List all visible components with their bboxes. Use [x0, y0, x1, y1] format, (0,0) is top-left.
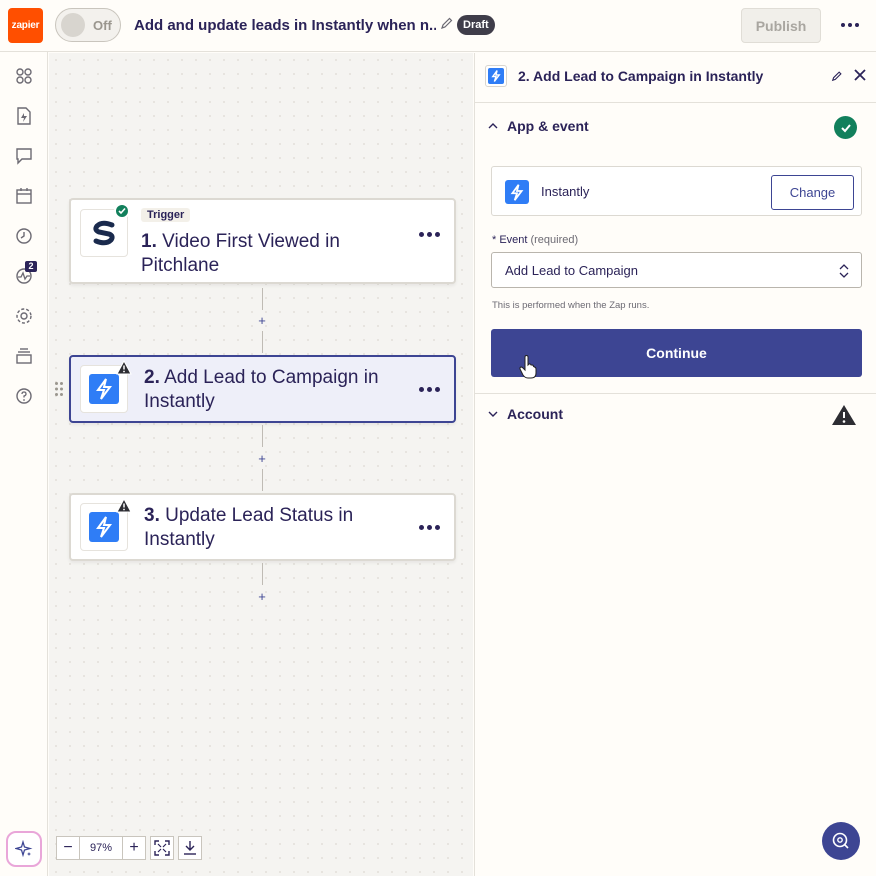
draft-badge: Draft: [457, 15, 495, 35]
zoom-controls: − 97% +: [56, 836, 202, 860]
publish-button[interactable]: Publish: [741, 8, 821, 43]
check-circle-icon: [834, 116, 857, 139]
close-icon[interactable]: [853, 68, 867, 82]
app-name: Instantly: [541, 184, 590, 199]
warning-icon: [116, 360, 132, 375]
zap-title[interactable]: Add and update leads in Instantly when n…: [134, 17, 436, 34]
step-more-icon[interactable]: [419, 232, 440, 237]
step-number: 3.: [144, 505, 160, 526]
add-step-button[interactable]: +: [255, 314, 269, 328]
section-label: App & event: [507, 118, 589, 134]
chevron-up-down-icon: [839, 264, 849, 278]
zoom-out-button[interactable]: −: [56, 836, 80, 860]
step-card-2[interactable]: 2. Add Lead to Campaign in Instantly: [69, 355, 456, 423]
chevron-down-icon: [488, 411, 498, 417]
toggle-label: Off: [93, 18, 112, 33]
layers-icon[interactable]: [14, 346, 34, 366]
ai-copilot-button[interactable]: [6, 831, 42, 867]
connector-line: [262, 563, 263, 585]
apps-icon[interactable]: [14, 66, 34, 86]
chevron-up-icon: [488, 123, 498, 129]
step-title: 3. Update Lead Status in Instantly: [144, 504, 414, 552]
hand-cursor-icon: [519, 355, 537, 379]
settings-icon[interactable]: [14, 306, 34, 326]
zoom-in-button[interactable]: +: [122, 836, 146, 860]
activity-count-badge: 2: [25, 261, 37, 272]
step-more-icon[interactable]: [419, 525, 440, 530]
more-options-icon[interactable]: [838, 17, 862, 33]
drag-handle-icon[interactable]: [54, 381, 64, 397]
support-chat-button[interactable]: [822, 822, 860, 860]
connector-line: [262, 331, 263, 353]
event-select[interactable]: Add Lead to Campaign: [491, 252, 862, 288]
event-select-value: Add Lead to Campaign: [505, 263, 638, 278]
app-event-section-header[interactable]: App & event: [475, 106, 876, 146]
calendar-icon[interactable]: [14, 186, 34, 206]
download-icon[interactable]: [178, 836, 202, 860]
step-title: 2. Add Lead to Campaign in Instantly: [144, 366, 414, 414]
zap-on-off-toggle[interactable]: Off: [55, 8, 121, 42]
sparkle-icon: [15, 840, 33, 858]
top-bar: zapier Off Add and update leads in Insta…: [0, 0, 876, 52]
selected-app-box: Instantly Change: [491, 166, 862, 216]
step-more-icon[interactable]: [419, 387, 440, 392]
comment-icon[interactable]: [14, 146, 34, 166]
connector-line: [262, 425, 263, 447]
trigger-badge: Trigger: [141, 208, 191, 222]
fit-to-view-icon[interactable]: [150, 836, 174, 860]
step-card-3[interactable]: 3. Update Lead Status in Instantly: [69, 493, 456, 561]
warning-icon: [116, 498, 132, 513]
section-label: Account: [507, 406, 563, 422]
connector-line: [262, 469, 263, 491]
panel-title: 2. Add Lead to Campaign in Instantly: [518, 68, 764, 84]
chat-support-icon: [832, 832, 849, 849]
continue-button[interactable]: Continue: [491, 329, 862, 377]
pencil-icon[interactable]: [440, 16, 454, 30]
step-number: 1.: [141, 231, 157, 252]
step-name: Video First Viewed in Pitchlane: [141, 231, 340, 276]
panel-header: 2. Add Lead to Campaign in Instantly: [475, 53, 876, 103]
toggle-knob: [61, 13, 85, 37]
add-step-button[interactable]: +: [255, 590, 269, 604]
instantly-app-icon: [505, 180, 529, 204]
add-step-button[interactable]: +: [255, 452, 269, 466]
instantly-app-icon: [485, 65, 507, 87]
step-number: 2.: [144, 367, 160, 388]
step-card-1[interactable]: Trigger 1. Video First Viewed in Pitchla…: [69, 198, 456, 284]
zap-canvas[interactable]: Trigger 1. Video First Viewed in Pitchla…: [49, 53, 473, 876]
change-app-button[interactable]: Change: [771, 175, 854, 210]
step-name: Add Lead to Campaign in Instantly: [144, 367, 379, 412]
zapier-logo[interactable]: zapier: [8, 8, 43, 43]
account-section-header[interactable]: Account: [475, 394, 876, 434]
pencil-icon[interactable]: [831, 70, 843, 82]
zap-file-icon[interactable]: [14, 106, 34, 126]
connector-line: [262, 288, 263, 310]
step-title: 1. Video First Viewed in Pitchlane: [141, 230, 411, 278]
zoom-level[interactable]: 97%: [80, 836, 122, 860]
check-icon: [114, 203, 130, 219]
event-helper-text: This is performed when the Zap runs.: [492, 300, 650, 311]
step-name: Update Lead Status in Instantly: [144, 505, 354, 550]
history-icon[interactable]: [14, 226, 34, 246]
step-editor-panel: 2. Add Lead to Campaign in Instantly App…: [474, 53, 876, 876]
warning-icon: [832, 405, 856, 425]
left-sidebar: 2: [0, 52, 48, 876]
event-field-label: * Event (required): [492, 234, 579, 246]
help-icon[interactable]: [14, 386, 34, 406]
